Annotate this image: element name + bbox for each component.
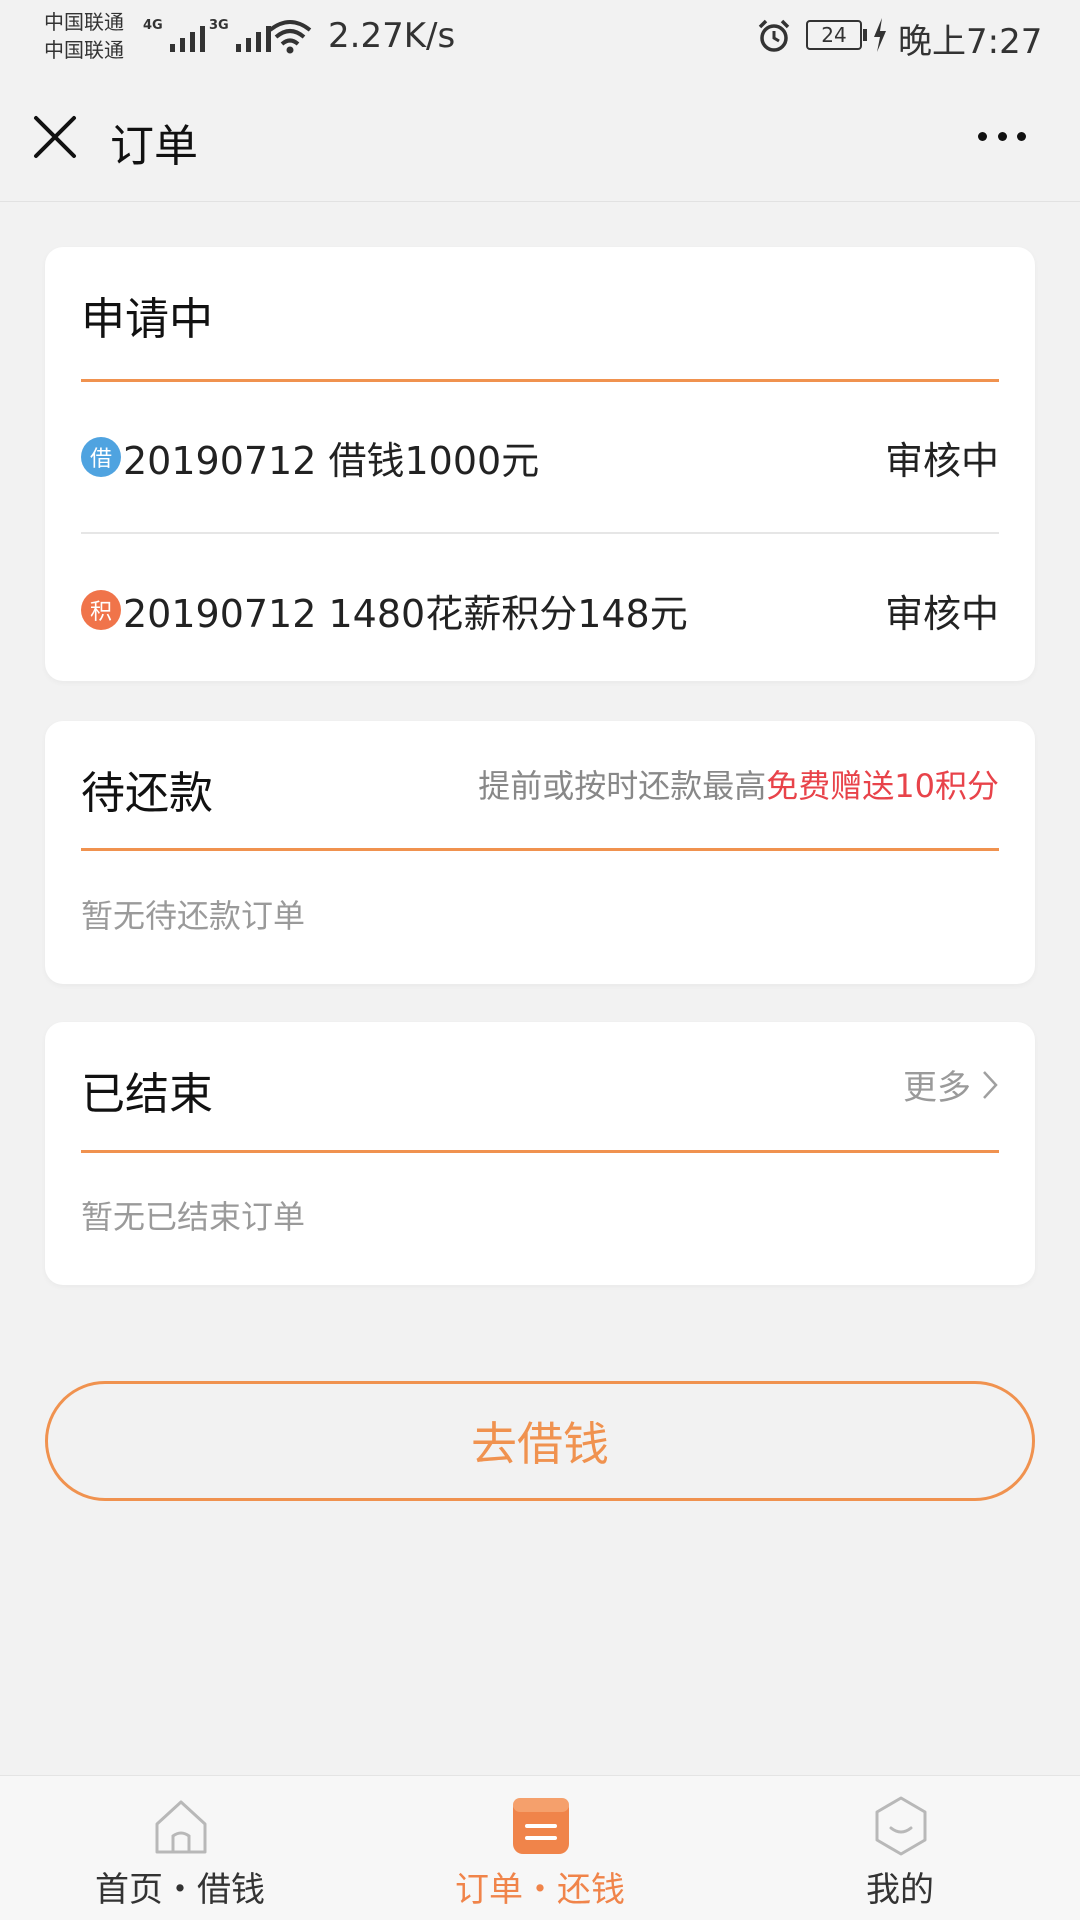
profile-smile-icon	[875, 1796, 927, 1856]
charging-bolt-icon	[874, 18, 886, 52]
applying-card-header: 申请中	[81, 247, 999, 382]
network-type-1: 4G	[143, 18, 163, 33]
order-description: 20190712 借钱1000元	[123, 438, 540, 483]
signal-3g-icon: 3G	[209, 18, 271, 52]
status-bar: 中国联通 中国联通 4G 3G 2.27K/s 24 晚上7:27	[0, 0, 1080, 76]
tab-home-borrow[interactable]: 首页・借钱	[0, 1776, 360, 1920]
pending-repayment-card: 待还款 提前或按时还款最高免费赠送10积分 暂无待还款订单	[45, 721, 1035, 984]
page-title: 订单	[110, 121, 198, 172]
more-options-icon[interactable]	[972, 116, 1032, 156]
app-header: 订单	[0, 76, 1080, 202]
pending-card-header: 待还款 提前或按时还款最高免费赠送10积分	[81, 721, 999, 851]
finished-card: 已结束 更多 暂无已结束订单	[45, 1022, 1035, 1285]
signal-4g-icon: 4G	[143, 18, 205, 52]
hint-prefix: 提前或按时还款最高	[478, 767, 767, 805]
home-icon	[155, 1800, 207, 1854]
tab-label: 我的	[866, 1870, 934, 1910]
finished-empty-text: 暂无已结束订单	[81, 1198, 306, 1236]
borrow-badge-icon: 借	[81, 437, 121, 477]
order-row[interactable]: 积 20190712 1480花薪积分148元 审核中	[81, 534, 999, 686]
battery-indicator: 24	[806, 20, 862, 50]
go-borrow-button[interactable]: 去借钱	[45, 1381, 1035, 1501]
tab-label: 订单・还钱	[455, 1870, 625, 1910]
order-status: 审核中	[884, 591, 999, 636]
close-icon[interactable]	[30, 112, 80, 162]
wifi-icon	[268, 20, 312, 54]
points-badge-icon: 积	[81, 590, 121, 630]
carrier-info: 中国联通 中国联通	[44, 8, 124, 64]
repayment-reward-hint: 提前或按时还款最高免费赠送10积分	[478, 761, 999, 807]
tab-label: 首页・借钱	[95, 1870, 265, 1910]
applying-card: 申请中 借 20190712 借钱1000元 审核中 积 20190712 14…	[45, 247, 1035, 681]
finished-card-header: 已结束 更多	[81, 1022, 999, 1153]
bottom-tab-bar: 首页・借钱 订单・还钱 我的	[0, 1775, 1080, 1920]
tab-orders-repay[interactable]: 订单・还钱	[360, 1776, 720, 1920]
order-description: 20190712 1480花薪积分148元	[123, 591, 688, 636]
tab-mine[interactable]: 我的	[720, 1776, 1080, 1920]
more-label: 更多	[903, 1068, 971, 1108]
carrier-1: 中国联通	[44, 10, 124, 34]
orders-icon	[513, 1798, 569, 1854]
finished-title: 已结束	[81, 1069, 213, 1120]
network-speed: 2.27K/s	[328, 16, 456, 56]
network-type-2: 3G	[209, 18, 229, 33]
carrier-2: 中国联通	[44, 38, 124, 62]
status-time: 晚上7:27	[898, 22, 1043, 62]
chevron-right-icon	[983, 1070, 998, 1099]
pending-empty-text: 暂无待还款订单	[81, 897, 306, 935]
applying-title: 申请中	[81, 294, 213, 345]
order-row[interactable]: 借 20190712 借钱1000元 审核中	[81, 382, 999, 534]
alarm-clock-icon	[758, 19, 790, 52]
more-link[interactable]: 更多	[903, 1060, 999, 1109]
pending-title: 待还款	[81, 768, 213, 819]
orders-page: 中国联通 中国联通 4G 3G 2.27K/s 24 晚上7:27 订单 申请中…	[0, 0, 1080, 1920]
battery-nub	[863, 29, 867, 41]
hint-highlight: 免费赠送10积分	[766, 767, 999, 805]
order-status: 审核中	[884, 438, 999, 483]
